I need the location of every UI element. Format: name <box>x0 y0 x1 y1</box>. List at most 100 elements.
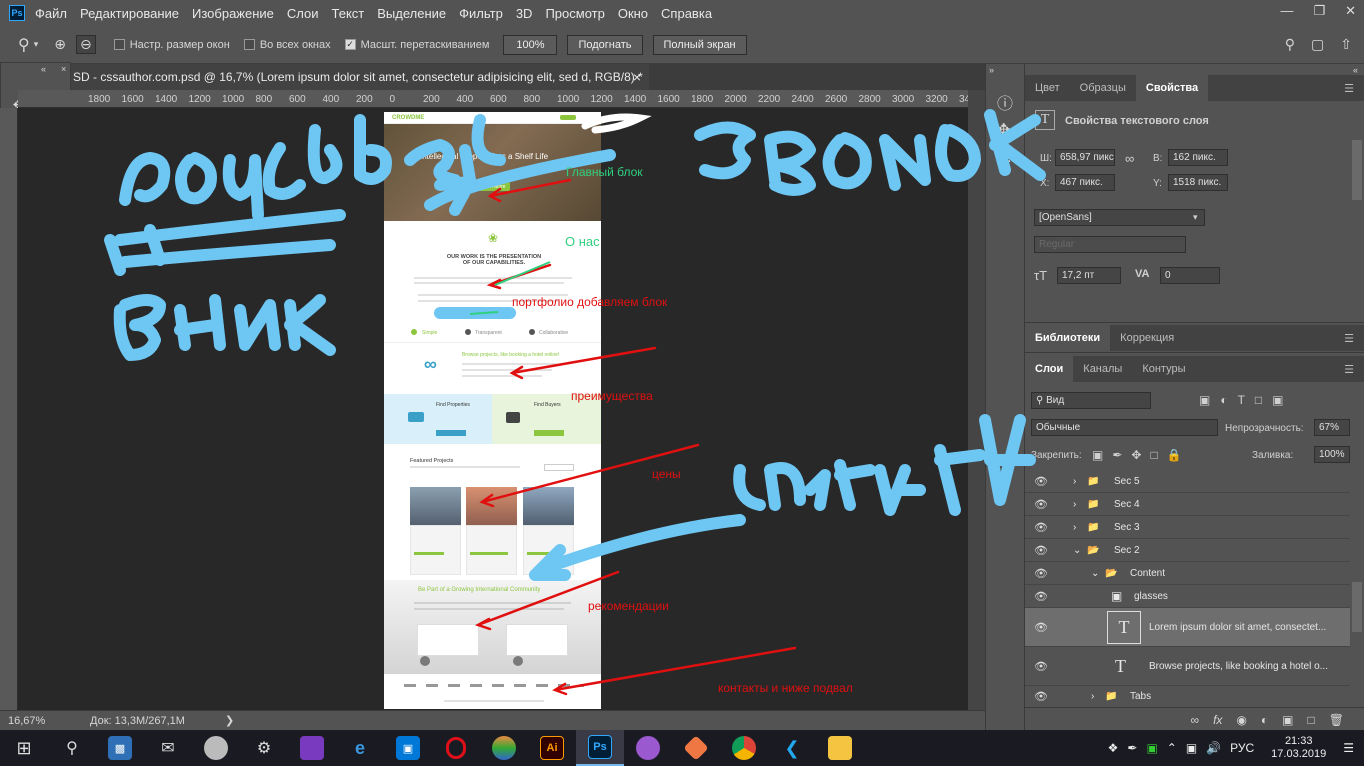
tab-channels[interactable]: Каналы <box>1073 356 1132 382</box>
illustrator-icon[interactable]: Ai <box>528 730 576 766</box>
info-icon[interactable]: ⓘ <box>997 90 1013 114</box>
app-icon[interactable] <box>672 730 720 766</box>
vscode-icon[interactable]: ❮ <box>768 730 816 766</box>
font-style-select[interactable]: Regular <box>1034 236 1186 253</box>
tab-libraries[interactable]: Библиотеки <box>1025 325 1111 351</box>
canvas-vertical-scrollbar[interactable] <box>968 90 985 710</box>
transform-icon[interactable]: ✥ <box>997 120 1010 140</box>
chevron-down-icon[interactable]: ⌄ <box>1073 545 1081 556</box>
chevron-right-icon[interactable]: › <box>1073 476 1076 487</box>
visibility-eye-icon[interactable]: 👁 <box>1034 544 1048 557</box>
tab-swatches[interactable]: Образцы <box>1070 75 1136 101</box>
lock-icons[interactable]: ▣✒✥□🔒 <box>1092 448 1191 462</box>
layer-row[interactable]: 👁 ⌄ 📂 Sec 2 <box>1025 539 1350 562</box>
chevron-right-icon[interactable]: › <box>1073 499 1076 510</box>
menu-layers[interactable]: Слои <box>287 6 319 21</box>
app-icon[interactable] <box>288 730 336 766</box>
menu-select[interactable]: Выделение <box>377 6 446 21</box>
maximize-icon[interactable]: ❐ <box>1313 3 1325 19</box>
this-pc-icon[interactable]: ▩ <box>96 730 144 766</box>
chevron-down-icon[interactable]: ▾ <box>34 39 39 50</box>
layer-filter-select[interactable]: ⚲ Вид <box>1031 392 1151 409</box>
close-icon[interactable]: × <box>61 64 66 74</box>
tab-paths[interactable]: Контуры <box>1132 356 1195 382</box>
search-icon[interactable]: ⚲ <box>1285 36 1295 53</box>
zoom-level-field[interactable]: 16,67% <box>8 715 68 727</box>
visibility-eye-icon[interactable]: 👁 <box>1034 567 1048 580</box>
menu-3d[interactable]: 3D <box>516 6 533 21</box>
layer-row-selected[interactable]: 👁 T Lorem ipsum dolor sit amet, consecte… <box>1025 608 1350 647</box>
chevron-up-icon[interactable]: ⌃ <box>1167 741 1177 755</box>
opacity-field[interactable]: 67% <box>1314 419 1350 436</box>
tracking-field[interactable]: 0 <box>1160 267 1220 284</box>
visibility-eye-icon[interactable]: 👁 <box>1034 521 1048 534</box>
x-field[interactable]: 467 пикс. <box>1055 174 1115 191</box>
filter-icons[interactable]: ▣◐T□▣ <box>1199 393 1294 407</box>
tab-adjustments[interactable]: Коррекция <box>1110 325 1184 351</box>
zoom-tool-icon[interactable]: ⚲ <box>18 35 30 55</box>
height-field[interactable]: 162 пикс. <box>1168 149 1228 166</box>
minimize-icon[interactable]: — <box>1280 3 1293 19</box>
trash-icon[interactable]: 🗑 <box>1329 713 1344 727</box>
resize-windows-checkbox[interactable]: Настр. размер окон <box>113 39 230 51</box>
share-icon[interactable]: ⇧ <box>1340 36 1352 53</box>
photoshop-icon[interactable]: Ps <box>576 730 624 766</box>
close-document-icon[interactable]: × <box>633 69 641 85</box>
layer-row[interactable]: 👁 › 📁 Tabs <box>1025 686 1350 706</box>
panel-menu-icon[interactable]: ☰ <box>1334 75 1364 101</box>
app-icon[interactable] <box>480 730 528 766</box>
collapse-icon[interactable]: « <box>1353 65 1358 75</box>
volume-icon[interactable]: 🔊 <box>1206 741 1221 755</box>
store-icon[interactable]: ▣ <box>384 730 432 766</box>
font-family-select[interactable]: [OpenSans] <box>1034 209 1205 226</box>
app-icon[interactable] <box>192 730 240 766</box>
menu-filter[interactable]: Фильтр <box>459 6 503 21</box>
menu-window[interactable]: Окно <box>618 6 648 21</box>
menu-type[interactable]: Текст <box>332 6 365 21</box>
group-icon[interactable]: ▣ <box>1282 713 1293 727</box>
opera-icon[interactable] <box>432 730 480 766</box>
layer-row[interactable]: 👁 › 📁 Sec 4 <box>1025 493 1350 516</box>
layer-row[interactable]: 👁 › 📁 Sec 3 <box>1025 516 1350 539</box>
adjust-sliders-icon[interactable]: ☰ <box>997 152 1011 172</box>
mask-icon[interactable]: ◉ <box>1236 713 1246 727</box>
visibility-eye-icon[interactable]: 👁 <box>1034 475 1048 488</box>
expand-icon[interactable]: » <box>989 65 994 75</box>
layer-row[interactable]: 👁 ▣ glasses <box>1025 585 1350 608</box>
chevron-down-icon[interactable]: ⌄ <box>1091 568 1099 579</box>
layer-row[interactable]: 👁 ⌄ 📂 Content <box>1025 562 1350 585</box>
chrome-icon[interactable] <box>720 730 768 766</box>
edge-icon[interactable]: e <box>336 730 384 766</box>
zoom-out-icon[interactable]: ⊖ <box>75 35 96 54</box>
fit-screen-button[interactable]: Подогнать <box>567 34 643 55</box>
zoom-100-button[interactable]: 100% <box>503 34 558 55</box>
fill-screen-button[interactable]: Полный экран <box>652 34 747 55</box>
tray-icon[interactable]: ❖ <box>1108 741 1119 755</box>
chevron-right-icon[interactable]: › <box>1073 522 1076 533</box>
menu-image[interactable]: Изображение <box>192 6 274 21</box>
panel-menu-icon[interactable]: ☰ <box>1334 325 1364 351</box>
close-icon[interactable]: ✕ <box>1345 3 1356 19</box>
layer-row[interactable]: 👁 › 📁 Sec 5 <box>1025 470 1350 493</box>
language-indicator[interactable]: РУС <box>1230 741 1254 755</box>
tab-properties[interactable]: Свойства <box>1135 75 1209 101</box>
new-layer-icon[interactable]: □ <box>1308 713 1315 727</box>
visibility-eye-icon[interactable]: 👁 <box>1034 621 1048 634</box>
adjustment-icon[interactable]: ◐ <box>1261 713 1268 727</box>
visibility-eye-icon[interactable]: 👁 <box>1034 660 1048 673</box>
scrubby-zoom-checkbox[interactable]: ✓ Масшт. перетаскиванием <box>344 39 489 51</box>
fill-field[interactable]: 100% <box>1314 446 1350 463</box>
properties-scrollbar[interactable] <box>1352 140 1362 200</box>
windows-start-icon[interactable]: ⊞ <box>0 730 48 766</box>
chevron-right-icon[interactable]: › <box>1091 691 1094 702</box>
zoom-in-icon[interactable]: ⊕ <box>54 36 66 53</box>
layer-row[interactable]: 👁 T Browse projects, like booking a hote… <box>1025 647 1350 686</box>
chevron-right-icon[interactable]: ❯ <box>225 714 234 727</box>
visibility-eye-icon[interactable]: 👁 <box>1034 590 1048 603</box>
defender-icon[interactable]: ▣ <box>1146 741 1157 755</box>
document-tab[interactable]: SD - cssauthor.com.psd @ 16,7% (Lorem ip… <box>71 64 649 90</box>
tab-layers[interactable]: Слои <box>1025 356 1074 382</box>
menu-edit[interactable]: Редактирование <box>80 6 179 21</box>
all-windows-checkbox[interactable]: Во всех окнах <box>243 39 331 51</box>
blend-mode-select[interactable]: Обычные <box>1031 419 1218 436</box>
